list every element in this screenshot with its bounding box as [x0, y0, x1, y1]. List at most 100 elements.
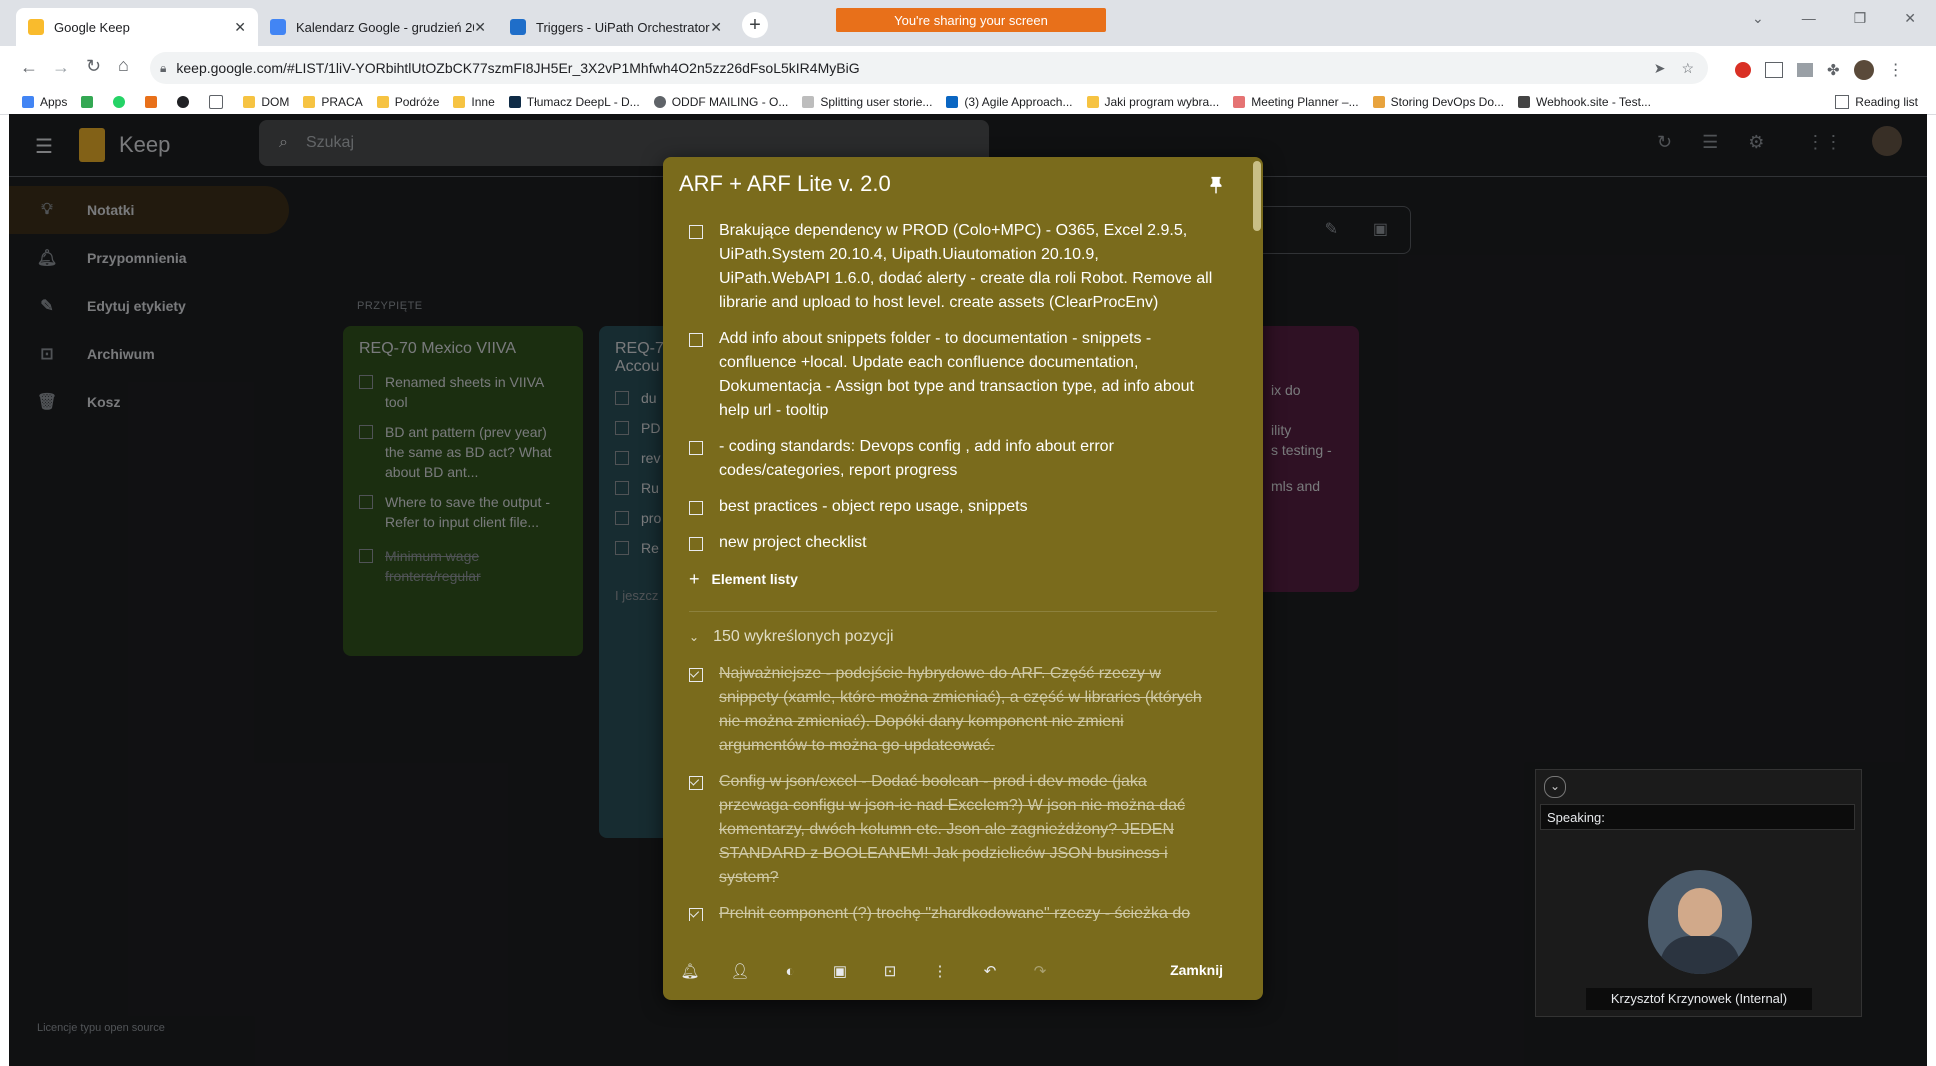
item-text[interactable]: new project checklist: [719, 531, 867, 555]
bookmark-meeting-planner[interactable]: Meeting Planner –...: [1233, 95, 1359, 109]
bookmark-label: PRACA: [321, 95, 363, 109]
extensions-puzzle-icon[interactable]: ✤: [1827, 61, 1840, 79]
collapse-chevron-icon[interactable]: ⌄: [1544, 776, 1566, 798]
tab-google-keep[interactable]: Google Keep ✕: [16, 8, 258, 46]
dollar-icon: [177, 96, 190, 108]
bookmark-oddf[interactable]: ODDF MAILING - O...: [653, 95, 788, 109]
scrollbar-thumb[interactable]: [1253, 161, 1261, 231]
address-bar[interactable]: 🔒︎ keep.google.com/#LIST/1liV-YORbihtlUt…: [150, 52, 1708, 84]
checkbox[interactable]: [689, 225, 703, 239]
bookmark-star-icon[interactable]: ☆: [1681, 60, 1694, 77]
bookmark-webhook[interactable]: Webhook.site - Test...: [1518, 95, 1651, 109]
note-toolbar: 🔔︎ 👤︎ ◐ ▣ ⊡ ⋮ ↶ ↷ Zamknij: [663, 942, 1263, 1000]
bookmark-inne[interactable]: Inne: [453, 95, 495, 109]
lock-icon: 🔒︎: [160, 60, 167, 75]
adblock-icon[interactable]: [1735, 62, 1751, 78]
more-options-icon[interactable]: ⋮: [915, 962, 965, 980]
tab-search-icon[interactable]: ⌄: [1752, 10, 1764, 27]
tab-title: Google Keep: [54, 19, 130, 35]
item-text[interactable]: best practices - object repo usage, snip…: [719, 495, 1028, 519]
checked-checkbox[interactable]: [689, 776, 703, 790]
checked-checkbox[interactable]: [689, 668, 703, 682]
remind-me-icon[interactable]: 🔔︎: [665, 962, 715, 980]
list-item[interactable]: Add info about snippets folder - to docu…: [663, 327, 1253, 423]
bookmarks-bar: Apps DOM PRACA Podróże Inne Tłumacz Deep…: [0, 90, 1936, 115]
minimize-icon[interactable]: —: [1802, 10, 1816, 27]
bookmark-praca[interactable]: PRACA: [303, 95, 363, 109]
item-text[interactable]: Prelnit component (?) trochę "zhardkodow…: [719, 902, 1213, 921]
item-text[interactable]: Config w json/excel - Dodać boolean - pr…: [719, 770, 1213, 890]
restore-icon[interactable]: ❐: [1854, 10, 1867, 27]
close-tab-icon[interactable]: ✕: [474, 19, 486, 36]
bookmark-icon-only[interactable]: [113, 95, 131, 109]
list-item[interactable]: - coding standards: Devops config , add …: [663, 435, 1253, 483]
bookmark-jaki-program[interactable]: Jaki program wybra...: [1086, 95, 1220, 109]
list-item[interactable]: new project checklist: [663, 531, 1253, 555]
cast-icon[interactable]: [1797, 63, 1813, 77]
pin-icon[interactable]: [1205, 175, 1227, 197]
collaborator-icon[interactable]: 👤︎: [715, 962, 765, 980]
add-image-icon[interactable]: ▣: [815, 962, 865, 980]
close-tab-icon[interactable]: ✕: [234, 19, 246, 36]
planner-icon: [1233, 96, 1246, 108]
bookmark-icon-only[interactable]: [145, 95, 163, 109]
new-tab-icon[interactable]: +: [742, 12, 768, 38]
bookmark-label: Splitting user storie...: [820, 95, 933, 109]
back-icon[interactable]: ←: [20, 57, 38, 78]
bookmark-agile[interactable]: (3) Agile Approach...: [946, 95, 1073, 109]
completed-list-item[interactable]: Prelnit component (?) trochę "zhardkodow…: [663, 902, 1253, 921]
reading-list-icon: [1835, 95, 1850, 109]
home-icon[interactable]: ⌂: [118, 55, 129, 76]
calendar-favicon-icon: [270, 19, 286, 35]
close-button[interactable]: Zamknij: [1170, 962, 1223, 978]
menu-kebab-icon[interactable]: ⋮: [1888, 60, 1904, 80]
note-editor-dialog: ARF + ARF Lite v. 2.0 Brakujące dependen…: [663, 157, 1263, 1000]
checkbox[interactable]: [689, 441, 703, 455]
tab-calendar[interactable]: Kalendarz Google - grudzień 202 ✕: [258, 8, 498, 46]
redo-icon[interactable]: ↷: [1015, 962, 1065, 980]
url-text: keep.google.com/#LIST/1liV-YORbihtlUtOZb…: [176, 60, 860, 76]
bookmark-deepl[interactable]: Tłumacz DeepL - D...: [508, 95, 640, 109]
item-text[interactable]: Najważniejsze - podejście hybrydowe do A…: [719, 662, 1213, 758]
profile-avatar[interactable]: [1853, 60, 1874, 80]
undo-icon[interactable]: ↶: [965, 962, 1015, 980]
bookmark-apps[interactable]: Apps: [22, 95, 67, 109]
item-text[interactable]: Add info about snippets folder - to docu…: [719, 327, 1213, 423]
bookmark-podroze[interactable]: Podróże: [376, 95, 439, 109]
divider: [689, 611, 1217, 612]
close-window-icon[interactable]: ✕: [1904, 10, 1916, 27]
close-tab-icon[interactable]: ✕: [710, 19, 722, 36]
bookmark-icon-only[interactable]: [81, 95, 99, 109]
mail-extension-icon[interactable]: [1765, 62, 1783, 78]
tab-orchestrator[interactable]: Triggers - UiPath Orchestrator ✕: [498, 8, 734, 46]
checked-checkbox[interactable]: [689, 908, 703, 921]
bookmark-splitting[interactable]: Splitting user storie...: [802, 95, 932, 109]
reload-icon[interactable]: ↻: [86, 56, 101, 77]
forward-icon[interactable]: →: [52, 57, 70, 78]
completed-list-item[interactable]: Config w json/excel - Dodać boolean - pr…: [663, 770, 1253, 890]
bookmark-storing-devops[interactable]: Storing DevOps Do...: [1372, 95, 1504, 109]
bookmark-icon-only[interactable]: [209, 95, 229, 109]
completed-items-toggle[interactable]: ⌄ 150 wykreślonych pozycji: [663, 628, 1253, 646]
add-list-item-button[interactable]: + Element listy: [663, 567, 1253, 591]
completed-list-item[interactable]: Najważniejsze - podejście hybrydowe do A…: [663, 662, 1253, 758]
list-item[interactable]: best practices - object repo usage, snip…: [663, 495, 1253, 519]
reading-list-button[interactable]: Reading list: [1835, 95, 1918, 109]
checkbox[interactable]: [689, 501, 703, 515]
archive-icon[interactable]: ⊡: [865, 962, 915, 980]
face-shape: [1678, 888, 1722, 938]
item-text[interactable]: - coding standards: Devops config , add …: [719, 435, 1213, 483]
note-title[interactable]: ARF + ARF Lite v. 2.0: [679, 171, 891, 197]
bookmark-icon-only[interactable]: [177, 95, 195, 109]
folder-icon: [1086, 96, 1099, 108]
bookmark-label: Jaki program wybra...: [1104, 95, 1220, 109]
globe-icon: [653, 96, 666, 108]
item-text[interactable]: Brakujące dependency w PROD (Colo+MPC) -…: [719, 219, 1213, 315]
checkbox[interactable]: [689, 537, 703, 551]
send-icon[interactable]: ➤: [1654, 60, 1666, 77]
bookmark-dom[interactable]: DOM: [243, 95, 289, 109]
palette-icon[interactable]: ◐: [765, 963, 815, 980]
list-item[interactable]: Brakujące dependency w PROD (Colo+MPC) -…: [663, 219, 1253, 315]
tab-title: Triggers - UiPath Orchestrator: [536, 19, 710, 35]
checkbox[interactable]: [689, 333, 703, 347]
